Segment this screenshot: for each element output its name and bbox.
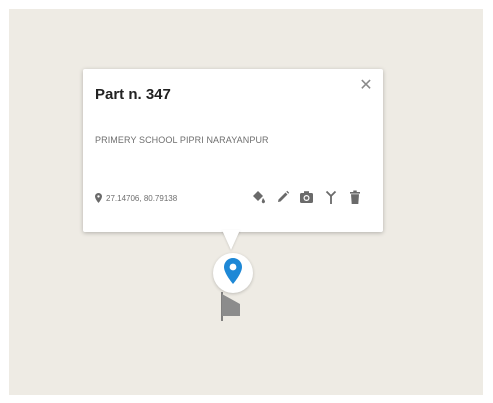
popup-actions	[251, 188, 362, 206]
selected-marker[interactable]	[213, 253, 253, 293]
info-popup: Part n. 347 ✕ PRIMERY SCHOOL PIPRI NARAY…	[83, 69, 383, 232]
flag-marker[interactable]	[221, 290, 241, 322]
map-pin-icon	[224, 257, 242, 289]
popup-description: PRIMERY SCHOOL PIPRI NARAYANPUR	[95, 135, 269, 145]
coordinates-text: 27.14706, 80.79138	[106, 193, 178, 203]
antenna-icon[interactable]	[323, 189, 338, 205]
close-icon[interactable]: ✕	[357, 77, 375, 95]
location-pin-icon	[95, 193, 102, 203]
paint-bucket-icon[interactable]	[251, 189, 266, 205]
popup-pointer	[222, 230, 240, 250]
popup-title: Part n. 347	[95, 86, 171, 103]
camera-icon[interactable]	[299, 189, 314, 205]
pencil-icon[interactable]	[275, 189, 290, 205]
trash-icon[interactable]	[347, 189, 362, 205]
coordinates: 27.14706, 80.79138	[95, 193, 177, 203]
